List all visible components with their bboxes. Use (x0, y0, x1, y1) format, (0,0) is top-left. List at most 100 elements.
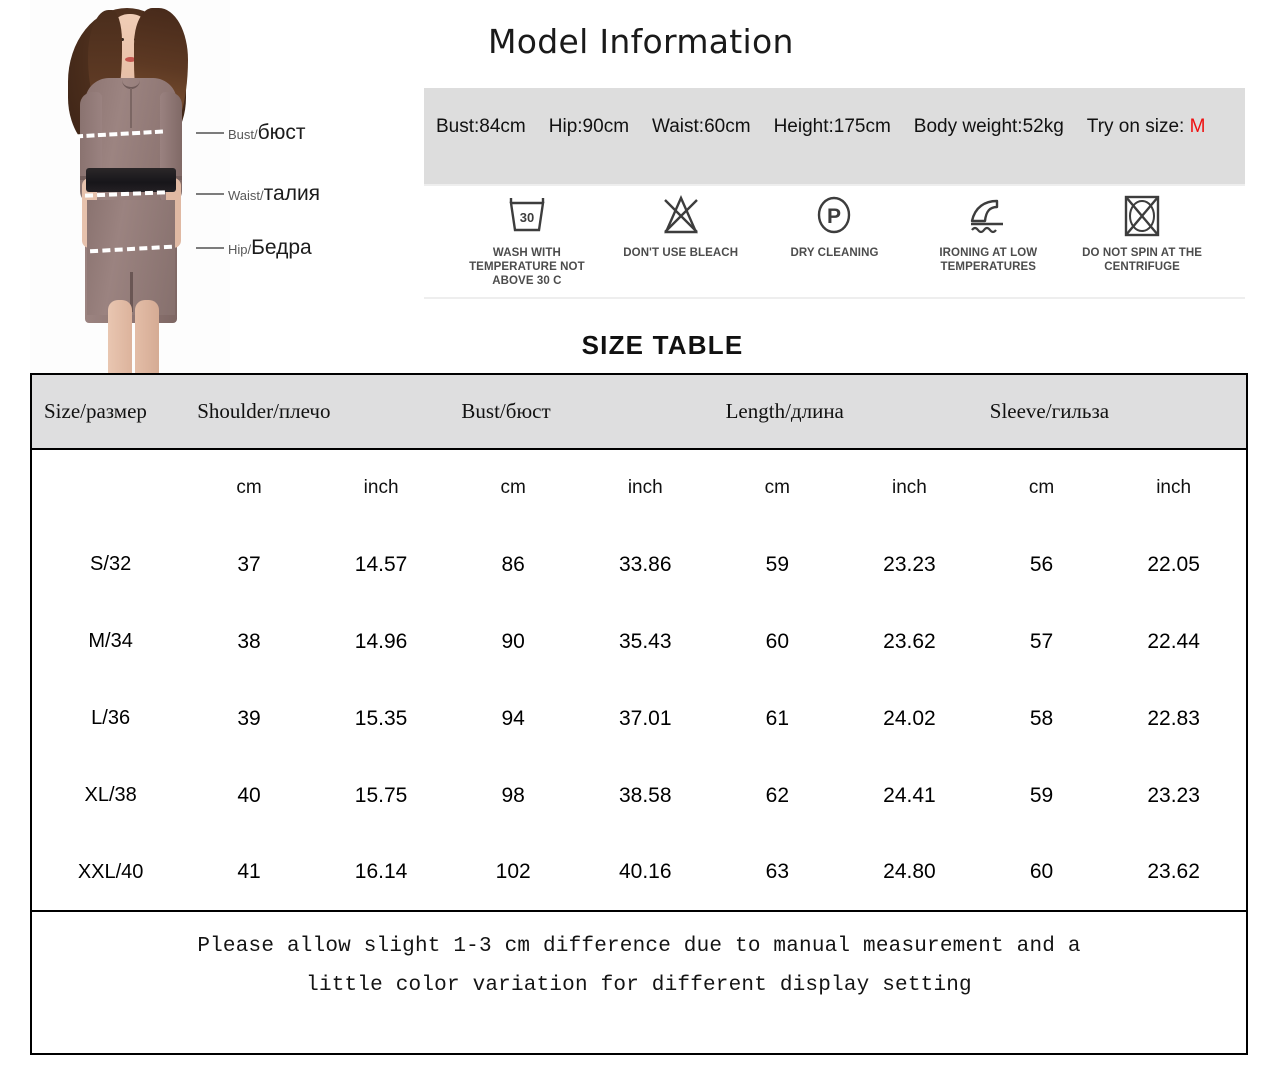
cell-size: M/34 (88, 630, 133, 652)
header-size: Size/размер (32, 375, 190, 450)
units-shoulder-in: inch (363, 477, 399, 498)
cell-sleeve-cm: 57 (1029, 629, 1054, 653)
table-row: L/36 39 15.35 94 37.01 61 24.02 58 22.83 (32, 680, 1246, 757)
hip-callout-en: Hip/ (228, 242, 252, 257)
cell-size: L/36 (91, 707, 131, 729)
model-belt (86, 168, 176, 192)
cell-bust-in: 33.86 (618, 552, 672, 576)
cell-length-cm: 62 (765, 783, 790, 807)
table-header-row: Size/размер Shoulder/плечо Bust/бюст Len… (32, 375, 1246, 450)
dry-clean-p-circle-icon: P (811, 190, 857, 242)
care-item-spin: DO NOT SPIN AT THE CENTRIFUGE (1065, 190, 1219, 274)
cell-length-cm: 60 (765, 629, 790, 653)
cell-length-in: 24.80 (883, 860, 936, 883)
cell-sleeve-in: 23.62 (1147, 860, 1200, 883)
cell-sleeve-cm: 56 (1029, 552, 1054, 576)
cell-sleeve-in: 22.44 (1147, 629, 1200, 653)
care-separator-top (424, 184, 1245, 186)
cell-shoulder-cm: 40 (237, 783, 261, 807)
no-bleach-triangle-icon (658, 190, 704, 242)
cell-sleeve-in: 22.83 (1147, 706, 1200, 730)
bust-leader-line (196, 132, 224, 134)
no-tumble-spin-icon (1118, 190, 1166, 242)
try-on-size-label: Try on size: (1086, 116, 1190, 137)
units-blank (32, 449, 189, 526)
care-label-spin: DO NOT SPIN AT THE CENTRIFUGE (1082, 247, 1203, 274)
try-on-size-value: M (1189, 116, 1206, 137)
cell-length-in: 23.62 (883, 629, 936, 653)
cell-shoulder-cm: 37 (237, 552, 261, 576)
care-label-dryclean: DRY CLEANING (790, 247, 879, 259)
hip-callout-ru: Бедра (251, 236, 312, 259)
care-separator-bottom (424, 297, 1245, 299)
cell-bust-in: 35.43 (618, 629, 672, 653)
care-item-wash: 30 WASH WITH TEMPERATURE NOT ABOVE 30 C (450, 190, 604, 288)
care-item-bleach: DON'T USE BLEACH (604, 190, 758, 260)
bust-callout-en: Bust/ (228, 127, 258, 142)
table-note-cell: Please allow slight 1-3 cm difference du… (32, 910, 1246, 1021)
care-label-iron: IRONING AT LOW TEMPERATURES (939, 247, 1038, 274)
model-measurements-list: Bust:84cm Hip:90cm Waist:60cm Height:175… (424, 116, 1245, 138)
cell-sleeve-cm: 60 (1029, 860, 1054, 883)
table-note-row: Please allow slight 1-3 cm difference du… (32, 910, 1246, 1021)
table-row: XXL/40 41 16.14 102 40.16 63 24.80 60 23… (32, 834, 1246, 911)
waist-callout-label: Waist/талия (228, 183, 320, 204)
size-table: Size/размер Shoulder/плечо Bust/бюст Len… (30, 373, 1248, 1055)
cell-bust-in: 38.58 (618, 783, 672, 807)
units-shoulder-cm: cm (236, 477, 262, 498)
cell-shoulder-cm: 41 (237, 860, 261, 883)
page-title: Model Information (488, 22, 794, 61)
units-bust-in: inch (627, 477, 663, 498)
cell-bust-in: 37.01 (618, 706, 672, 730)
header-shoulder: Shoulder/плечо (189, 375, 454, 450)
note-line-1: Please allow slight 1-3 cm difference du… (197, 934, 1081, 958)
model-photo (30, 0, 230, 378)
cell-sleeve-cm: 59 (1029, 783, 1054, 807)
table-units-row: cm inch cm inch cm inch cm inch (32, 449, 1246, 526)
hip-callout-label: Hip/Бедра (228, 237, 312, 258)
units-length-cm: cm (764, 477, 790, 498)
cell-length-in: 23.23 (883, 552, 936, 576)
cell-size: XXL/40 (77, 860, 144, 883)
measurement-weight: Body weight:52kg (913, 116, 1064, 137)
cell-length-cm: 63 (765, 860, 790, 883)
cell-size: XL/38 (84, 784, 137, 806)
try-on-size: Try on size: M (1087, 116, 1206, 138)
cell-shoulder-in: 15.35 (354, 706, 408, 730)
cell-size: S/32 (90, 553, 132, 575)
cell-length-in: 24.02 (883, 706, 936, 730)
table-row: M/34 38 14.96 90 35.43 60 23.62 57 22.44 (32, 603, 1246, 680)
iron-low-temp-icon (963, 190, 1013, 242)
cell-shoulder-cm: 39 (237, 706, 261, 730)
cell-length-cm: 59 (765, 552, 790, 576)
cell-shoulder-in: 14.96 (354, 629, 408, 653)
cell-shoulder-in: 14.57 (354, 552, 408, 576)
waist-callout-ru: талия (263, 182, 321, 205)
table-row: XL/38 40 15.75 98 38.58 62 24.41 59 23.2… (32, 757, 1246, 834)
care-item-dryclean: P DRY CLEANING (758, 190, 912, 260)
cell-length-cm: 61 (765, 706, 790, 730)
cell-bust-cm: 86 (501, 552, 525, 576)
note-line-2: little color variation for different dis… (306, 973, 972, 997)
header-sleeve: Sleeve/гильза (981, 375, 1246, 450)
cell-bust-cm: 98 (501, 783, 525, 807)
header-bust: Bust/бюст (453, 375, 718, 450)
table-row: S/32 37 14.57 86 33.86 59 23.23 56 22.05 (32, 526, 1246, 603)
wash-tub-30-icon: 30 (504, 190, 550, 242)
svg-text:P: P (827, 205, 841, 228)
bust-callout-ru: бюст (257, 121, 306, 144)
svg-text:30: 30 (520, 210, 534, 225)
cell-sleeve-cm: 58 (1029, 706, 1054, 730)
cell-shoulder-in: 16.14 (354, 860, 408, 883)
cell-sleeve-in: 22.05 (1147, 552, 1200, 576)
measurement-hip: Hip:90cm (548, 116, 630, 137)
waist-leader-line (196, 193, 224, 195)
model-measurements-band: Bust:84cm Hip:90cm Waist:60cm Height:175… (424, 88, 1245, 185)
units-length-in: inch (892, 477, 927, 498)
care-item-iron: IRONING AT LOW TEMPERATURES (911, 190, 1065, 274)
measurement-bust: Bust:84cm (436, 116, 526, 137)
measurement-waist: Waist:60cm (652, 116, 751, 137)
hip-leader-line (196, 247, 224, 249)
care-label-bleach: DON'T USE BLEACH (623, 247, 739, 259)
waist-callout-en: Waist/ (228, 188, 264, 203)
